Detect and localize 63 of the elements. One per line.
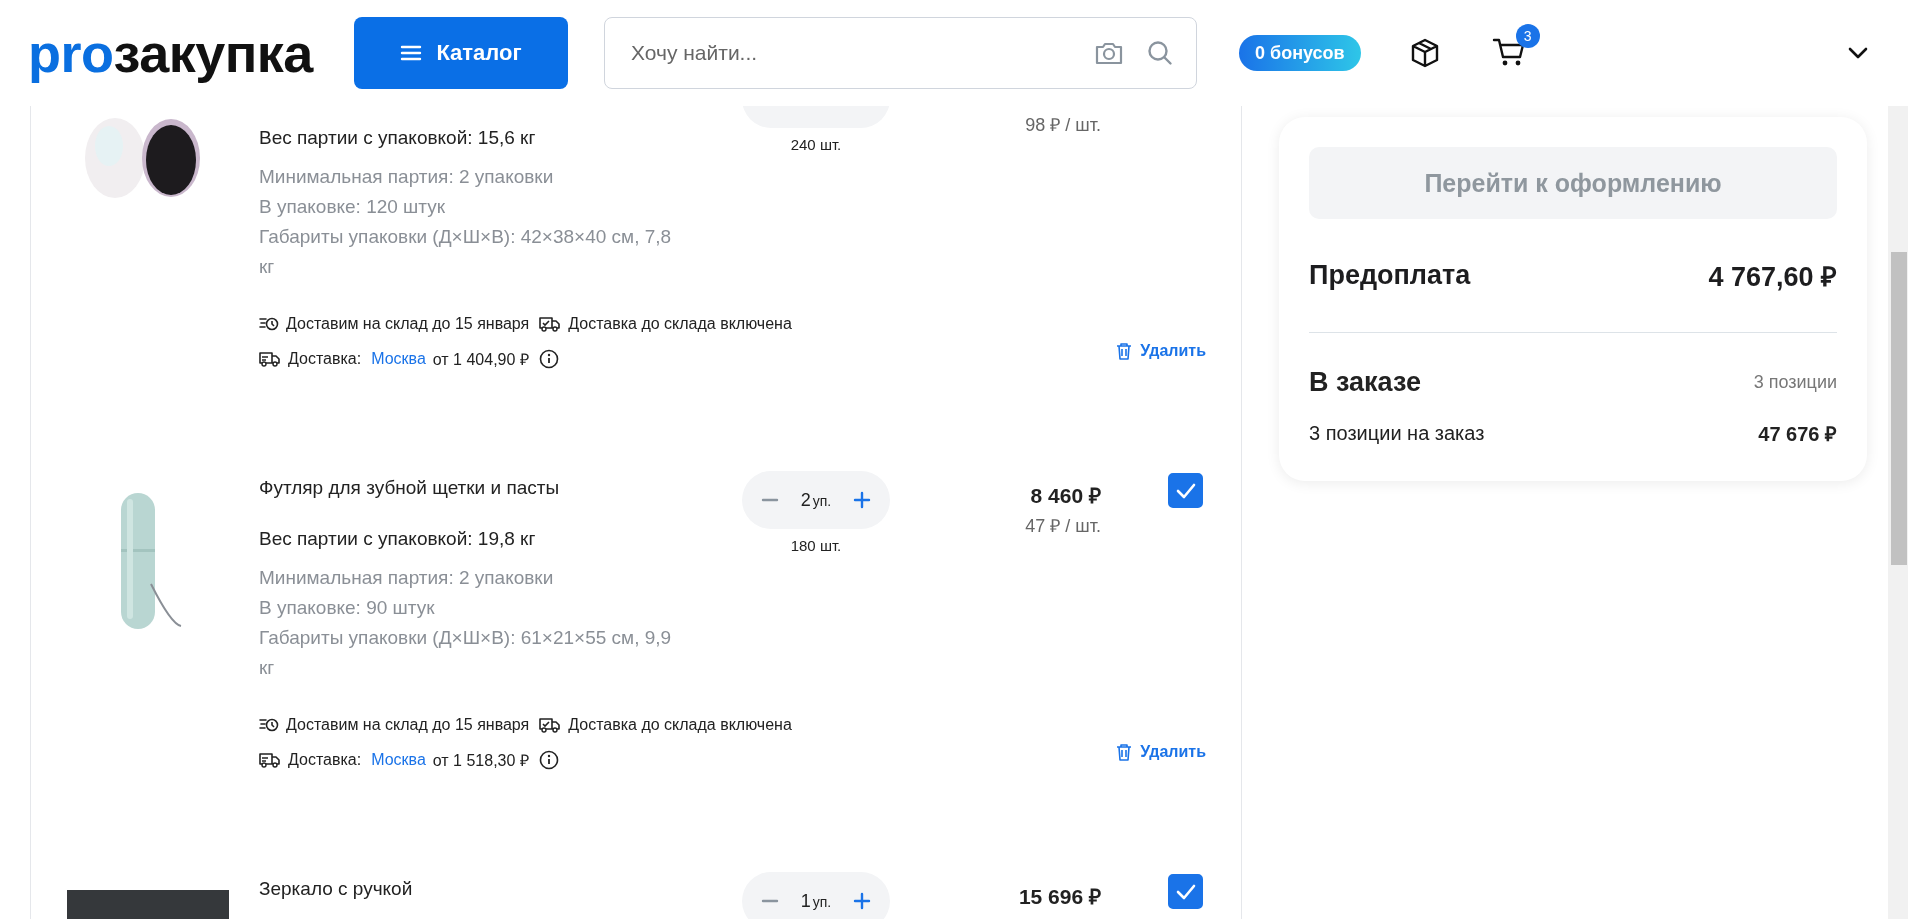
order-line-amount: 47 676 ₽	[1758, 422, 1837, 447]
delete-button[interactable]: Удалить	[1116, 743, 1206, 761]
city-link[interactable]: Москва	[371, 349, 426, 368]
search-input[interactable]: Хочу найти...	[629, 40, 1072, 66]
batch-weight: Вес партии с упаковкой: 15,6 кг	[259, 126, 537, 150]
product-title[interactable]: Футляр для зубной щетки и пасты	[259, 477, 560, 499]
delete-button[interactable]: Удалить	[1116, 342, 1206, 360]
chevron-down-icon[interactable]	[1846, 45, 1870, 61]
prepay-label: Предоплата	[1309, 260, 1471, 291]
order-title: В заказе	[1309, 367, 1422, 398]
trash-icon	[1116, 342, 1133, 360]
scrollbar[interactable]	[1888, 106, 1908, 919]
menu-icon	[400, 44, 423, 62]
product-detail: Габариты упаковки (Д×Ш×В): 61×21×55 см, 9,9 кг	[259, 626, 673, 680]
pieces-count: 240 шт.	[790, 136, 842, 153]
camera-icon[interactable]	[1094, 40, 1124, 66]
site-logo[interactable]: proзакупка	[28, 22, 354, 84]
info-icon[interactable]	[538, 749, 559, 770]
delivery-price: от 1 518,30 ₽	[432, 750, 529, 771]
product-title[interactable]: Зеркало с ручкой	[259, 878, 413, 900]
unit-price: 98 ₽ / шт.	[1025, 114, 1101, 136]
item-checkbox[interactable]	[1168, 473, 1203, 508]
trash-icon	[1116, 743, 1133, 761]
total-price: 15 696 ₽	[1018, 884, 1101, 910]
delivery-included: Доставка до склада включена	[568, 715, 792, 734]
product-detail: Минимальная партия: 2 упаковки	[259, 165, 555, 189]
fast-clock-icon	[259, 716, 279, 733]
delivery-date: Доставим на склад до 15 января	[286, 715, 530, 734]
truck-check-icon	[539, 716, 562, 733]
delivery-label: Доставка:	[288, 349, 362, 368]
product-detail: Минимальная партия: 2 упаковки	[259, 566, 555, 590]
delivery-price: от 1 404,90 ₽	[432, 349, 529, 370]
truck-icon	[259, 751, 281, 768]
check-icon	[1174, 882, 1197, 901]
plus-icon[interactable]	[852, 891, 872, 911]
catalog-button[interactable]: Каталог	[354, 17, 568, 89]
fast-clock-icon	[259, 315, 279, 332]
delivery-included: Доставка до склада включена	[568, 314, 792, 333]
truck-icon	[259, 350, 281, 367]
batch-weight: Вес партии с упаковкой: 19,8 кг	[259, 527, 537, 551]
plus-icon[interactable]	[852, 490, 872, 510]
pieces-count: 180 шт.	[790, 537, 842, 554]
search-icon[interactable]	[1146, 39, 1174, 67]
product-detail: В упаковке: 120 штук	[259, 195, 447, 219]
check-icon	[1174, 481, 1197, 500]
product-detail: Габариты упаковки (Д×Ш×В): 42×38×40 см, 7,8 кг	[259, 225, 673, 279]
order-count: 3 позиции	[1753, 372, 1837, 393]
delivery-date: Доставим на склад до 15 января	[286, 314, 530, 333]
order-line-label: 3 позиции на заказ	[1309, 422, 1485, 445]
item-checkbox[interactable]	[1168, 874, 1203, 909]
product-detail: В упаковке: 90 штук	[259, 596, 436, 620]
search-field[interactable]: Хочу найти...	[604, 17, 1197, 89]
total-price: 8 460 ₽	[1030, 483, 1101, 509]
city-link[interactable]: Москва	[371, 750, 426, 769]
quantity-value[interactable]: 1 уп.	[800, 890, 832, 912]
quantity-value[interactable]: 2 уп.	[800, 489, 832, 511]
truck-check-icon	[539, 315, 562, 332]
info-icon[interactable]	[538, 348, 559, 369]
delivery-label: Доставка:	[288, 750, 362, 769]
cart-count-badge: 3	[1515, 24, 1540, 48]
bonus-badge[interactable]: 0 бонусов	[1239, 35, 1361, 71]
prepay-amount: 4 767,60 ₽	[1708, 261, 1837, 294]
unit-price: 47 ₽ / шт.	[1025, 515, 1101, 537]
